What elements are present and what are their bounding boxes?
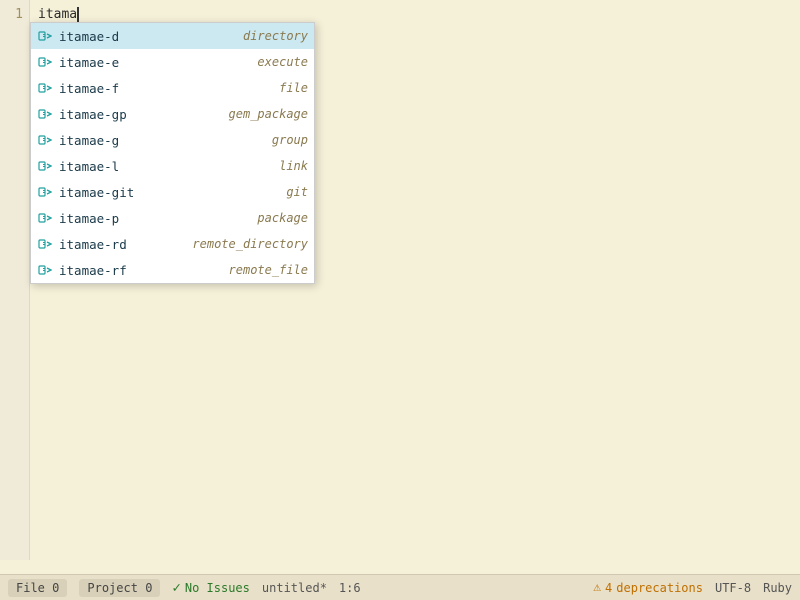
- autocomplete-item[interactable]: itamae-p package: [31, 205, 314, 231]
- autocomplete-item[interactable]: itamae-g group: [31, 127, 314, 153]
- autocomplete-item[interactable]: itamae-rf remote_file: [31, 257, 314, 283]
- encoding-label: UTF-8: [715, 581, 751, 595]
- line-number-1: 1: [15, 4, 23, 26]
- autocomplete-dropdown: itamae-d directory itamae-e execute itamae…: [30, 22, 315, 284]
- autocomplete-item-name: itamae-p: [59, 211, 249, 226]
- autocomplete-item[interactable]: itamae-e execute: [31, 49, 314, 75]
- snippet-icon: [37, 80, 53, 96]
- autocomplete-item[interactable]: itamae-d directory: [31, 23, 314, 49]
- text-cursor: [77, 7, 79, 23]
- autocomplete-item-type: git: [286, 185, 308, 199]
- autocomplete-item-type: group: [272, 133, 308, 147]
- autocomplete-item-name: itamae-d: [59, 29, 235, 44]
- project-tab[interactable]: Project 0: [79, 579, 160, 597]
- snippet-icon: [37, 210, 53, 226]
- autocomplete-item[interactable]: itamae-git git: [31, 179, 314, 205]
- snippet-icon: [37, 28, 53, 44]
- status-bar: File 0 Project 0 ✓ No Issues untitled* 1…: [0, 574, 800, 600]
- filename-label: untitled*: [262, 581, 327, 595]
- autocomplete-item-name: itamae-e: [59, 55, 249, 70]
- line-numbers: 1: [0, 0, 30, 560]
- snippet-icon: [37, 236, 53, 252]
- warning-icon: ⚠: [593, 580, 601, 595]
- editor-area: 1 itama itamae-ddirectory itamae-eexecut…: [0, 0, 800, 560]
- autocomplete-item-type: execute: [257, 55, 308, 69]
- snippet-icon: [37, 54, 53, 70]
- deprecations-indicator[interactable]: ⚠ 4 deprecations: [593, 580, 703, 595]
- no-issues-indicator: ✓ No Issues: [172, 580, 249, 596]
- autocomplete-item-name: itamae-f: [59, 81, 271, 96]
- autocomplete-item-type: remote_file: [229, 263, 308, 277]
- autocomplete-item-type: remote_directory: [192, 237, 308, 251]
- autocomplete-item-type: directory: [243, 29, 308, 43]
- autocomplete-item-name: itamae-l: [59, 159, 271, 174]
- autocomplete-item-name: itamae-git: [59, 185, 278, 200]
- autocomplete-item[interactable]: itamae-l link: [31, 153, 314, 179]
- autocomplete-item[interactable]: itamae-rd remote_directory: [31, 231, 314, 257]
- language-label: Ruby: [763, 581, 792, 595]
- snippet-icon: [37, 158, 53, 174]
- autocomplete-item-type: package: [257, 211, 308, 225]
- file-tab[interactable]: File 0: [8, 579, 67, 597]
- snippet-icon: [37, 106, 53, 122]
- autocomplete-item-name: itamae-g: [59, 133, 264, 148]
- autocomplete-item[interactable]: itamae-f file: [31, 75, 314, 101]
- autocomplete-item-name: itamae-gp: [59, 107, 221, 122]
- autocomplete-item[interactable]: itamae-gp gem_package: [31, 101, 314, 127]
- checkmark-icon: ✓: [172, 580, 180, 596]
- snippet-icon: [37, 184, 53, 200]
- snippet-icon: [37, 262, 53, 278]
- autocomplete-item-name: itamae-rf: [59, 263, 221, 278]
- snippet-icon: [37, 132, 53, 148]
- autocomplete-item-type: link: [279, 159, 308, 173]
- autocomplete-item-type: file: [279, 81, 308, 95]
- cursor-position-label: 1:6: [339, 581, 361, 595]
- autocomplete-item-type: gem_package: [229, 107, 308, 121]
- autocomplete-item-name: itamae-rd: [59, 237, 184, 252]
